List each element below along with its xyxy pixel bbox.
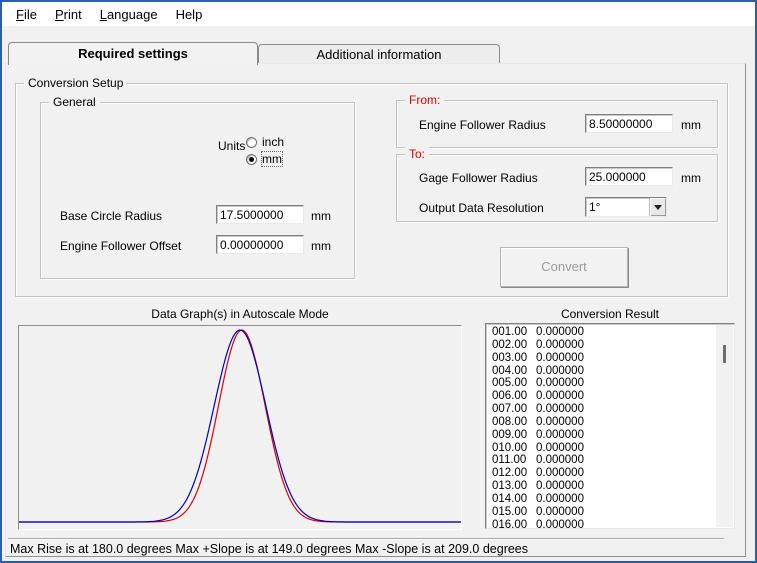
base-circle-radius-label: Base Circle Radius [60, 209, 162, 223]
base-circle-radius-input[interactable] [216, 205, 304, 224]
gage-follower-radius-label: Gage Follower Radius [419, 171, 538, 185]
to-label: To: [405, 147, 429, 161]
gage-follower-radius-input[interactable] [585, 167, 673, 186]
menu-item-help[interactable]: Help [167, 4, 212, 25]
status-separator [8, 538, 724, 540]
result-row: 009.000.000000 [492, 429, 714, 442]
base-circle-radius-unit: mm [311, 209, 331, 223]
output-data-resolution-combo[interactable]: 1° [585, 197, 667, 217]
conversion-setup-group: Conversion Setup General Units inch mm B… [15, 83, 728, 297]
result-row: 010.000.000000 [492, 442, 714, 455]
engine-lift-curve [19, 330, 461, 522]
conversion-setup-label: Conversion Setup [24, 76, 127, 90]
result-row: 015.000.000000 [492, 506, 714, 519]
result-row: 008.000.000000 [492, 416, 714, 429]
menu-bar: FilePrintLanguageHelp [2, 2, 755, 26]
output-data-resolution-value: 1° [586, 198, 649, 216]
result-row: 006.000.000000 [492, 390, 714, 403]
from-group: From: Engine Follower Radius mm [396, 100, 718, 148]
result-scrollbar[interactable] [716, 325, 733, 527]
result-row: 014.000.000000 [492, 493, 714, 506]
converted-lift-curve [19, 330, 461, 522]
result-row: 005.000.000000 [492, 377, 714, 390]
gage-follower-radius-unit: mm [681, 171, 701, 185]
engine-follower-offset-input[interactable] [216, 235, 304, 254]
conversion-result-list[interactable]: 001.000.000000002.000.000000003.000.0000… [485, 323, 735, 529]
engine-follower-offset-label: Engine Follower Offset [60, 239, 181, 253]
result-row: 002.000.000000 [492, 339, 714, 352]
engine-follower-offset-unit: mm [311, 239, 331, 253]
general-label: General [49, 95, 100, 109]
engine-follower-radius-label: Engine Follower Radius [419, 118, 546, 132]
tab-additional-information[interactable]: Additional information [258, 44, 500, 65]
radio-inch-icon[interactable] [246, 137, 257, 148]
data-graph [18, 325, 462, 530]
result-row: 001.000.000000 [492, 326, 714, 339]
result-row: 011.000.000000 [492, 454, 714, 467]
engine-follower-radius-input[interactable] [585, 114, 673, 133]
output-data-resolution-label: Output Data Resolution [419, 201, 544, 215]
units-option-mm[interactable]: mm [246, 152, 282, 166]
units-label: Units [218, 139, 245, 153]
units-option-inch[interactable]: inch [246, 135, 284, 149]
general-group: General Units inch mm Base Circle Radius… [40, 102, 355, 279]
app-window: FilePrintLanguageHelp Required settings … [0, 0, 757, 563]
result-row: 012.000.000000 [492, 467, 714, 480]
result-row: 007.000.000000 [492, 403, 714, 416]
menu-item-language[interactable]: Language [91, 4, 167, 25]
output-data-resolution-dropdown-button[interactable] [649, 198, 666, 216]
menu-item-print[interactable]: Print [46, 4, 91, 25]
radio-mm-icon[interactable] [246, 154, 257, 165]
lift-curves-plot [19, 326, 461, 529]
result-row: 003.000.000000 [492, 352, 714, 365]
status-text: Max Rise is at 180.0 degrees Max +Slope … [10, 542, 528, 556]
conversion-result-title: Conversion Result [485, 307, 735, 321]
tab-required-settings[interactable]: Required settings [8, 42, 258, 65]
result-row: 004.000.000000 [492, 365, 714, 378]
conversion-result-rows: 001.000.000000002.000.000000003.000.0000… [492, 326, 714, 528]
convert-button[interactable]: Convert [500, 247, 628, 287]
to-group: To: Gage Follower Radius mm Output Data … [396, 154, 718, 222]
required-settings-page: Conversion Setup General Units inch mm B… [5, 63, 746, 557]
radio-mm-label: mm [262, 152, 282, 166]
graph-title: Data Graph(s) in Autoscale Mode [18, 307, 462, 321]
result-row: 013.000.000000 [492, 480, 714, 493]
chevron-down-icon [654, 205, 662, 210]
from-label: From: [405, 93, 444, 107]
radio-inch-label: inch [262, 135, 284, 149]
result-row: 016.000.000000 [492, 519, 714, 529]
result-scrollbar-thumb[interactable] [723, 345, 726, 363]
engine-follower-radius-unit: mm [681, 118, 701, 132]
menu-item-file[interactable]: File [7, 4, 46, 25]
